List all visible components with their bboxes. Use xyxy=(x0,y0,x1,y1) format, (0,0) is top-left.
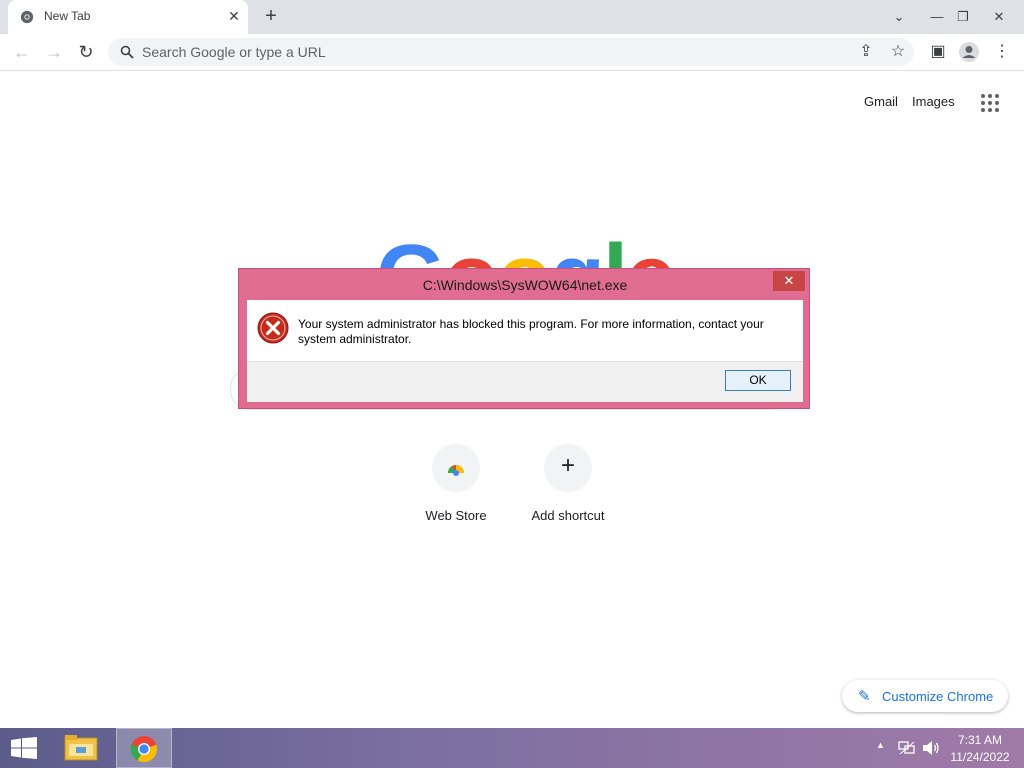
tab-search-icon[interactable]: ⌄ xyxy=(882,0,916,34)
customize-chrome-button[interactable]: ✎ Customize Chrome xyxy=(842,680,1008,712)
restore-icon[interactable]: ❐ xyxy=(946,0,980,34)
dialog-title: C:\Windows\SysWOW64\net.exe xyxy=(422,277,628,293)
tab-strip: New Tab ✕ + ⌄ — ❐ ✕ xyxy=(0,0,1024,34)
chrome-icon xyxy=(130,736,158,763)
tab-close-icon[interactable]: ✕ xyxy=(226,8,242,24)
reload-icon[interactable]: ↻ xyxy=(72,38,100,66)
side-panel-icon[interactable]: ▣ xyxy=(924,38,952,66)
chrome-favicon-icon xyxy=(20,10,34,24)
tray-overflow-icon[interactable]: ▲ xyxy=(876,740,885,750)
gmail-link[interactable]: Gmail xyxy=(864,94,898,109)
ok-button[interactable]: OK xyxy=(725,370,791,391)
clock-time[interactable]: 7:31 AM xyxy=(946,733,1014,747)
forward-icon[interactable]: → xyxy=(40,38,68,66)
window-close-icon[interactable]: ✕ xyxy=(982,0,1016,34)
toolbar: ← → ↻ Search Google or type a URL ⇪ ☆ ▣ … xyxy=(0,34,1024,71)
share-icon[interactable]: ⇪ xyxy=(852,38,880,66)
new-tab-button[interactable]: + xyxy=(260,5,282,27)
customize-chrome-label: Customize Chrome xyxy=(882,689,994,704)
images-link[interactable]: Images xyxy=(912,94,955,109)
file-explorer-icon[interactable] xyxy=(64,734,98,762)
omnibox-placeholder: Search Google or type a URL xyxy=(142,44,326,60)
windows-start-icon[interactable] xyxy=(11,737,37,759)
network-icon[interactable] xyxy=(898,740,916,756)
dialog-footer: OK xyxy=(247,361,803,402)
shortcut-web-store[interactable]: Web Store xyxy=(400,444,512,530)
chrome-taskbar-button[interactable] xyxy=(116,728,172,768)
dialog-message: Your system administrator has blocked th… xyxy=(298,317,764,346)
taskbar: ▲ 7:31 AM 11/24/2022 xyxy=(0,728,1024,768)
tab-title: New Tab xyxy=(44,9,91,23)
dialog-body: Your system administrator has blocked th… xyxy=(247,300,803,402)
shortcut-label: Web Store xyxy=(425,508,487,523)
tab-new-tab[interactable]: New Tab ✕ xyxy=(8,0,248,34)
pencil-icon: ✎ xyxy=(858,688,871,705)
error-icon xyxy=(257,312,289,344)
back-icon[interactable]: ← xyxy=(8,38,36,66)
clock-date[interactable]: 11/24/2022 xyxy=(946,750,1014,764)
apps-grid-icon[interactable] xyxy=(980,93,1000,113)
shortcut-label: Add shortcut xyxy=(531,508,605,523)
plus-icon: + xyxy=(560,452,575,479)
shortcut-add[interactable]: + Add shortcut xyxy=(512,444,624,530)
bookmark-star-icon[interactable]: ☆ xyxy=(884,38,912,66)
omnibox[interactable]: Search Google or type a URL ⇪ ☆ xyxy=(108,38,914,66)
menu-kebab-icon[interactable]: ⋮ xyxy=(988,38,1016,66)
volume-icon[interactable] xyxy=(922,740,940,756)
error-dialog: C:\Windows\SysWOW64\net.exe ✕ Your syste… xyxy=(238,268,810,409)
dialog-close-icon[interactable]: ✕ xyxy=(773,271,805,291)
shortcut-icon-circle xyxy=(432,444,480,492)
webstore-icon xyxy=(447,465,464,476)
shortcut-icon-circle: + xyxy=(544,444,592,492)
search-icon xyxy=(120,45,134,59)
profile-avatar-icon[interactable] xyxy=(958,41,980,63)
